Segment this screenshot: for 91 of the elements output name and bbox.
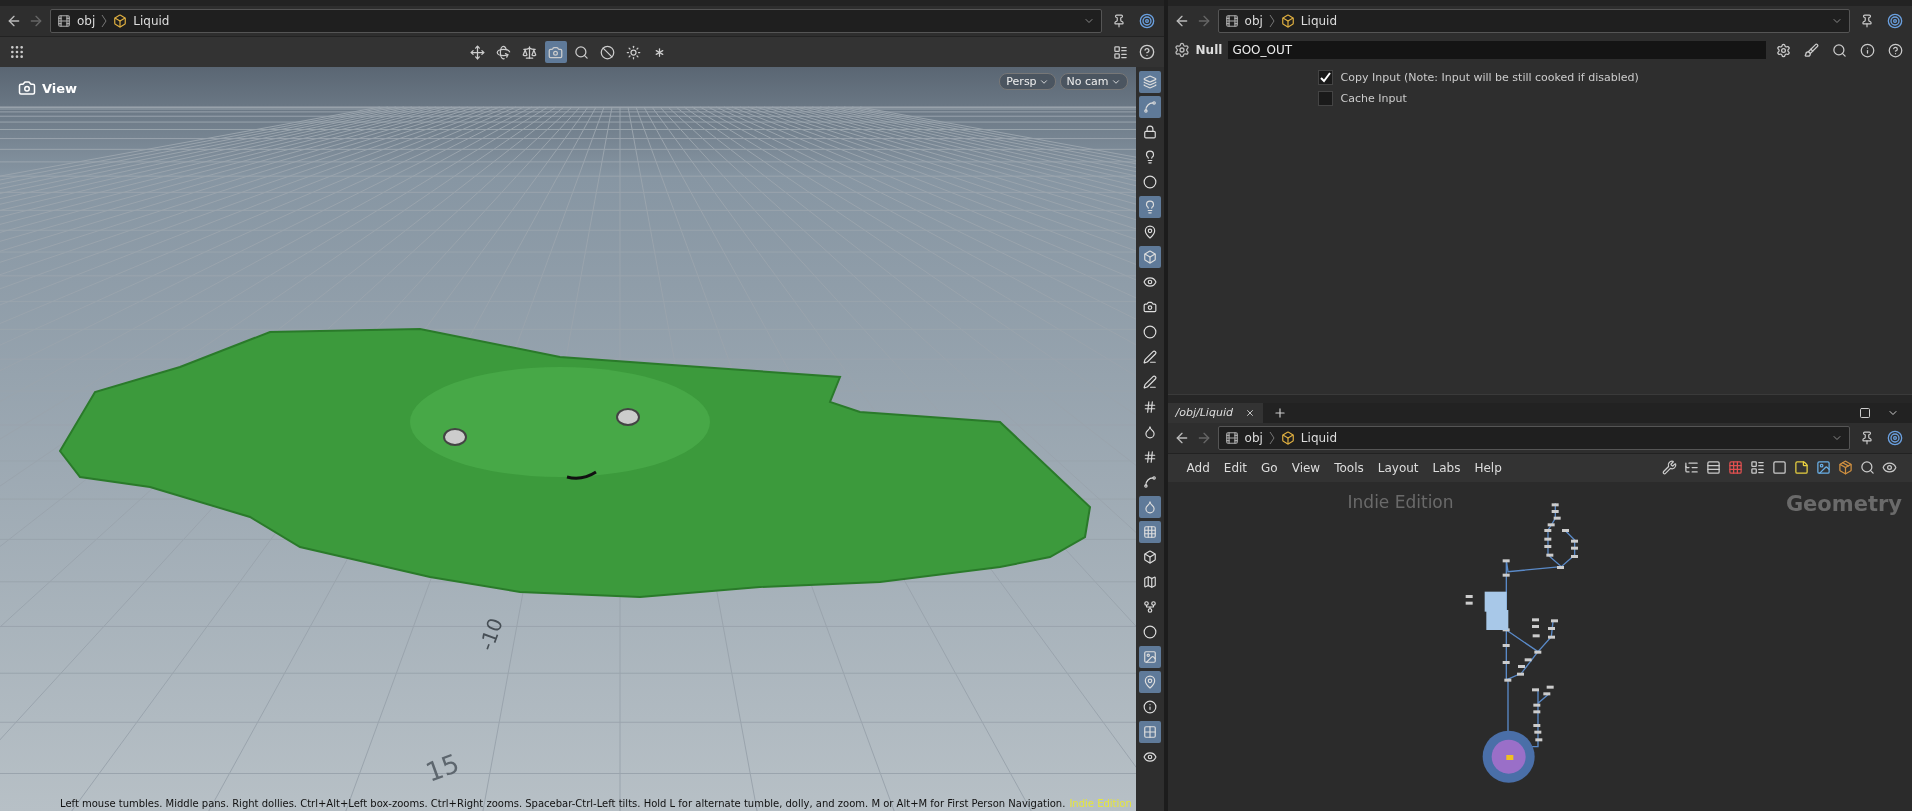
viewport-label: View xyxy=(42,80,78,96)
graph-node[interactable] xyxy=(1502,643,1510,647)
menu-item[interactable]: View xyxy=(1284,460,1328,475)
graph-node[interactable] xyxy=(1533,650,1541,654)
path-crumb[interactable]: obj xyxy=(77,14,96,28)
curve-icon[interactable] xyxy=(1138,96,1161,118)
graph-node[interactable] xyxy=(1547,635,1555,639)
node-gear-icon[interactable] xyxy=(1173,42,1190,58)
path-bar[interactable]: obj Liquid xyxy=(1217,9,1850,33)
graph-node[interactable] xyxy=(1570,554,1578,558)
geometry-icon xyxy=(1280,430,1295,445)
graph-node[interactable] xyxy=(1532,723,1540,727)
status-hint: Left mouse tumbles. Middle pans. Right dollies. Ctrl+Alt+Left box-zooms. Ctrl+Right zooms. Spacebar-Ctrl-Left tilts. Hold L for alternate tumble, dolly, and zoom. M or Alt+M for First Person Navigation. xyxy=(60,798,1066,809)
geometry-icon xyxy=(1280,14,1295,28)
graph-node[interactable] xyxy=(1543,544,1551,548)
graph-node[interactable] xyxy=(1532,709,1540,713)
image-icon[interactable] xyxy=(1138,646,1161,668)
graph-node[interactable] xyxy=(1502,573,1510,577)
grid-label: 15 xyxy=(421,748,464,788)
checkbox[interactable] xyxy=(1317,70,1333,85)
graph-node[interactable] xyxy=(1542,691,1550,695)
separator-icon xyxy=(1268,14,1275,28)
checkbox[interactable] xyxy=(1317,91,1333,106)
graph-node[interactable] xyxy=(1533,730,1541,734)
tool-icon[interactable] xyxy=(544,41,567,63)
graph-node[interactable] xyxy=(1465,594,1473,598)
graph-node[interactable] xyxy=(1534,737,1542,741)
menu-item[interactable]: Edit xyxy=(1216,460,1255,475)
path-crumb[interactable]: obj xyxy=(1244,430,1263,445)
watermark-text: Indie Edition xyxy=(1347,491,1454,512)
menu-item[interactable]: Add xyxy=(1179,460,1217,475)
graph-node[interactable] xyxy=(1502,660,1510,664)
graph-node[interactable] xyxy=(1503,678,1511,682)
graph-node[interactable] xyxy=(1531,624,1539,628)
graph-node[interactable] xyxy=(1556,565,1564,569)
checkbox-label: Copy Input (Note: Input will be still cooked if disabled) xyxy=(1340,71,1639,84)
graph-node[interactable] xyxy=(1561,528,1569,532)
graph-node[interactable] xyxy=(1551,509,1559,513)
graph-node[interactable] xyxy=(1553,516,1561,520)
graph-node[interactable] xyxy=(1532,633,1540,637)
checkbox-label: Cache Input xyxy=(1340,92,1407,105)
menu-item[interactable]: Tools xyxy=(1327,460,1371,475)
camera-menu[interactable]: No cam xyxy=(1059,73,1128,90)
graph-node[interactable] xyxy=(1543,537,1551,541)
subnet-node[interactable] xyxy=(1484,591,1507,612)
graph-node[interactable] xyxy=(1570,546,1578,550)
graph-node[interactable] xyxy=(1516,672,1524,676)
geometry-icon xyxy=(113,14,128,28)
graph-node[interactable] xyxy=(1570,539,1578,543)
path-crumb[interactable]: Liquid xyxy=(1300,430,1338,445)
cube-icon[interactable] xyxy=(1138,246,1161,268)
node-type-label: Null xyxy=(1195,43,1223,57)
output-node-ring[interactable] xyxy=(1482,730,1535,783)
graph-node[interactable] xyxy=(1551,502,1559,506)
graph-node[interactable] xyxy=(1547,522,1555,526)
separator-icon xyxy=(1268,430,1275,445)
path-crumb[interactable]: Liquid xyxy=(1300,14,1338,28)
menu-item[interactable]: Layout xyxy=(1370,460,1426,475)
camera-icon xyxy=(18,79,36,97)
graph-node[interactable] xyxy=(1524,657,1532,661)
menu-item[interactable]: Go xyxy=(1254,460,1285,475)
close-icon[interactable] xyxy=(1244,407,1255,418)
graph-node[interactable] xyxy=(1502,558,1510,562)
graph-node[interactable] xyxy=(1545,553,1553,557)
bulb-icon[interactable] xyxy=(1138,196,1161,218)
graph-node[interactable] xyxy=(1550,618,1558,622)
path-bar[interactable]: obj Liquid xyxy=(50,9,1102,33)
grid-icon[interactable] xyxy=(1138,521,1161,543)
graph-node[interactable] xyxy=(1531,617,1539,621)
graph-node[interactable] xyxy=(1543,528,1551,532)
context-label: Geometry xyxy=(1785,491,1902,516)
layers-icon[interactable] xyxy=(1138,71,1161,93)
drop-icon[interactable] xyxy=(1138,496,1161,518)
grid-icon[interactable] xyxy=(1138,721,1161,743)
graph-node[interactable] xyxy=(1465,601,1473,605)
menu-item[interactable]: Help xyxy=(1467,460,1509,475)
edition-label: Indie Edition xyxy=(1069,798,1132,809)
pin-icon[interactable] xyxy=(1138,671,1161,693)
path-crumb[interactable]: obj xyxy=(1244,14,1263,28)
separator-icon xyxy=(101,14,108,28)
grid-label: -10 xyxy=(474,614,508,654)
graph-node[interactable] xyxy=(1532,703,1540,707)
graph-node[interactable] xyxy=(1517,664,1525,668)
path-crumb[interactable]: Liquid xyxy=(133,14,170,28)
node-name-field[interactable]: GOO_OUT xyxy=(1228,41,1766,59)
graph-node[interactable] xyxy=(1531,687,1539,691)
graph-node[interactable] xyxy=(1546,685,1554,689)
path-bar[interactable]: obj Liquid xyxy=(1217,425,1850,450)
camera-menu[interactable]: Persp xyxy=(999,73,1056,90)
menu-item[interactable]: Labs xyxy=(1425,460,1468,475)
graph-node[interactable] xyxy=(1547,626,1555,630)
